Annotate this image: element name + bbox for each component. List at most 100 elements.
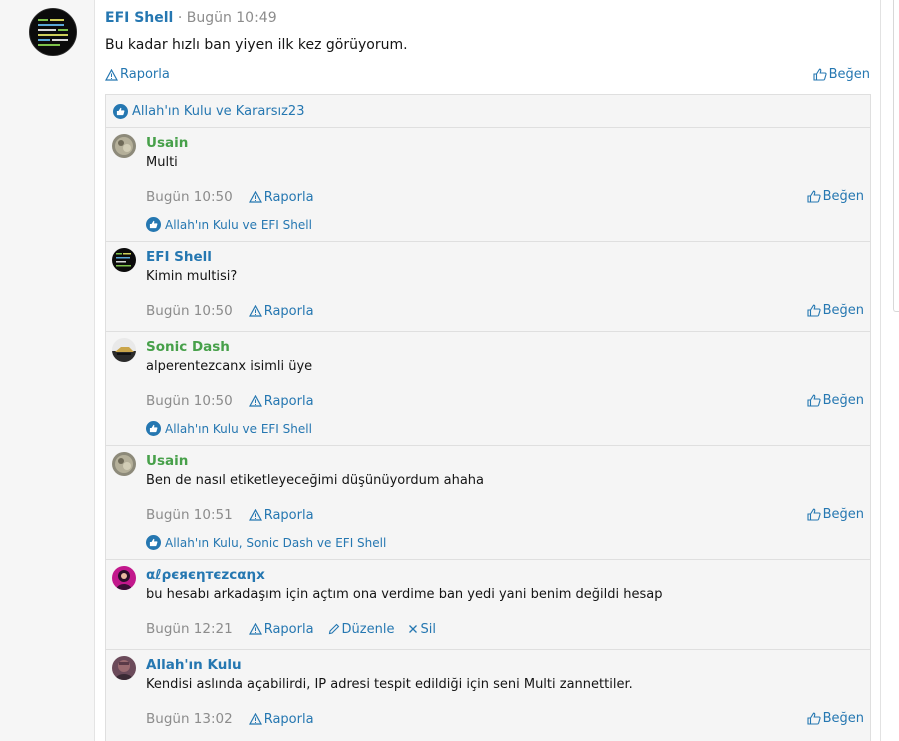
thumbs-up-icon [807, 394, 821, 407]
thumbs-up-icon [813, 68, 827, 81]
thumbs-up-icon [807, 190, 821, 203]
post-report-link[interactable]: Raporla [105, 67, 170, 82]
warning-triangle-icon [248, 305, 262, 317]
post-header: EFI Shell · Bugün 10:49 [105, 10, 277, 26]
comments-list: Usain Multi Bugün 10:50 Raporla Beğen Al… [105, 127, 871, 741]
comment-like-button[interactable]: Beğen [807, 711, 864, 726]
comment-actions: Bugün 10:51 Raporla Beğen [146, 507, 864, 525]
comment-author-name[interactable]: EFI Shell [146, 249, 212, 265]
comment-likes-summary[interactable]: Allah'ın Kulu ve EFI Shell [146, 217, 312, 232]
comment-text: Ben de nasıl etiketleyeceğimi düşünüyord… [146, 473, 484, 488]
thumbs-up-icon [807, 304, 821, 317]
post-author-avatar[interactable] [29, 8, 77, 56]
comment-delete-link[interactable]: Sil [408, 621, 436, 637]
warning-triangle-icon [248, 713, 262, 725]
comment-report-link[interactable]: Raporla [248, 621, 314, 637]
comment-timestamp[interactable]: Bugün 10:50 [146, 189, 233, 205]
like-badge-icon [113, 103, 128, 119]
warning-triangle-icon [248, 509, 262, 521]
comment-text: Kendisi aslında açabilirdi, IP adresi te… [146, 677, 633, 692]
like-badge-icon [146, 217, 161, 232]
like-badge-icon [146, 421, 161, 436]
comment-likes-text: Allah'ın Kulu, Sonic Dash ve EFI Shell [165, 535, 387, 550]
comment-timestamp[interactable]: Bugün 10:51 [146, 507, 233, 523]
x-icon [409, 625, 418, 633]
pencil-icon [328, 623, 339, 635]
post-likes-text: Allah'ın Kulu ve Kararsız23 [132, 103, 305, 119]
comment-timestamp[interactable]: Bugün 10:50 [146, 393, 233, 409]
comment-actions: Bugün 10:50 Raporla Beğen [146, 189, 864, 207]
comment-author-name[interactable]: Usain [146, 453, 188, 469]
comment-report-label: Raporla [263, 711, 314, 727]
post-separator: · [177, 10, 183, 26]
comment-like-button[interactable]: Beğen [807, 189, 864, 204]
comment-like-button[interactable]: Beğen [807, 507, 864, 522]
comment-item: Usain Multi Bugün 10:50 Raporla Beğen Al… [106, 127, 870, 241]
post-timestamp[interactable]: Bugün 10:49 [187, 10, 277, 26]
comment-report-link[interactable]: Raporla [248, 393, 314, 409]
post-author-name[interactable]: EFI Shell [105, 10, 173, 26]
comment-like-button[interactable]: Beğen [807, 303, 864, 318]
comment-author-name[interactable]: Usain [146, 135, 188, 151]
thumbs-up-icon [807, 508, 821, 521]
comment-likes-summary[interactable]: Allah'ın Kulu, Sonic Dash ve EFI Shell [146, 535, 386, 550]
post-likes-summary[interactable]: Allah'ın Kulu ve Kararsız23 [105, 94, 871, 127]
comment-edit-label: Düzenle [341, 621, 395, 637]
comment-actions: Bugün 10:50 Raporla Beğen [146, 303, 864, 321]
warning-triangle-icon [248, 623, 262, 635]
comment-author-name[interactable]: αℓρєяєηтєzcαηx [146, 567, 265, 583]
comment-report-link[interactable]: Raporla [248, 303, 314, 319]
comment-report-label: Raporla [263, 189, 314, 205]
warning-triangle-icon [248, 191, 262, 203]
sidebar-card-edge [893, 0, 899, 312]
warning-triangle-icon [248, 395, 262, 407]
comment-item: αℓρєяєηтєzcαηx bu hesabı arkadaşım için … [106, 559, 870, 649]
comment-report-link[interactable]: Raporla [248, 189, 314, 205]
comment-delete-label: Sil [420, 621, 436, 637]
comment-author-name[interactable]: Allah'ın Kulu [146, 657, 242, 673]
comment-author-avatar[interactable] [112, 452, 136, 476]
thumbs-up-icon [807, 712, 821, 725]
comment-report-label: Raporla [263, 621, 314, 637]
warning-triangle-icon [105, 68, 118, 81]
comment-item: Allah'ın Kulu Kendisi aslında açabilirdi… [106, 649, 870, 741]
comment-report-link[interactable]: Raporla [248, 508, 314, 523]
comment-actions: Bugün 12:21 Raporla Düzenle Sil [146, 621, 864, 639]
comment-text: bu hesabı arkadaşım için açtım ona verdi… [146, 587, 663, 602]
comment-author-avatar[interactable] [112, 566, 136, 590]
comment-likes-summary[interactable]: Allah'ın Kulu ve EFI Shell [146, 421, 312, 436]
comment-like-label: Beğen [822, 507, 864, 522]
comment-text: Kimin multisi? [146, 269, 238, 284]
comment-like-button[interactable]: Beğen [807, 393, 864, 408]
comment-likes-text: Allah'ın Kulu ve EFI Shell [165, 217, 312, 232]
comment-like-label: Beğen [822, 711, 864, 726]
comment-author-avatar[interactable] [112, 656, 136, 680]
comment-like-label: Beğen [822, 303, 864, 318]
comment-item: EFI Shell Kimin multisi? Bugün 10:50 Rap… [106, 241, 870, 331]
comment-actions: Bugün 13:02 Raporla Beğen [146, 711, 864, 729]
comment-likes-text: Allah'ın Kulu ve EFI Shell [165, 421, 312, 436]
post-text: Bu kadar hızlı ban yiyen ilk kez görüyor… [105, 37, 408, 53]
comment-like-label: Beğen [822, 393, 864, 408]
comment-text: Multi [146, 155, 178, 170]
comment-author-name[interactable]: Sonic Dash [146, 339, 230, 355]
comment-item: Usain Ben de nasıl etiketleyeceğimi düşü… [106, 445, 870, 559]
comment-timestamp[interactable]: Bugün 13:02 [146, 711, 233, 727]
comment-actions: Bugün 10:50 Raporla Beğen [146, 393, 864, 411]
comment-like-label: Beğen [822, 189, 864, 204]
comment-report-label: Raporla [263, 393, 314, 409]
post-report-label: Raporla [120, 67, 170, 82]
comment-text: alperentezcanx isimli üye [146, 359, 313, 374]
comment-timestamp[interactable]: Bugün 10:50 [146, 303, 233, 319]
comment-author-avatar[interactable] [112, 134, 136, 158]
comment-report-label: Raporla [263, 303, 314, 319]
post-like-button[interactable]: Beğen [813, 67, 870, 82]
comment-edit-link[interactable]: Düzenle [328, 621, 395, 637]
post-like-label: Beğen [828, 67, 870, 82]
comment-timestamp[interactable]: Bugün 12:21 [146, 621, 233, 637]
comment-report-link[interactable]: Raporla [248, 711, 314, 727]
comment-item: Sonic Dash alperentezcanx isimli üye Bug… [106, 331, 870, 445]
comment-author-avatar[interactable] [112, 338, 136, 362]
left-gutter [0, 0, 95, 741]
comment-author-avatar[interactable] [112, 248, 136, 272]
